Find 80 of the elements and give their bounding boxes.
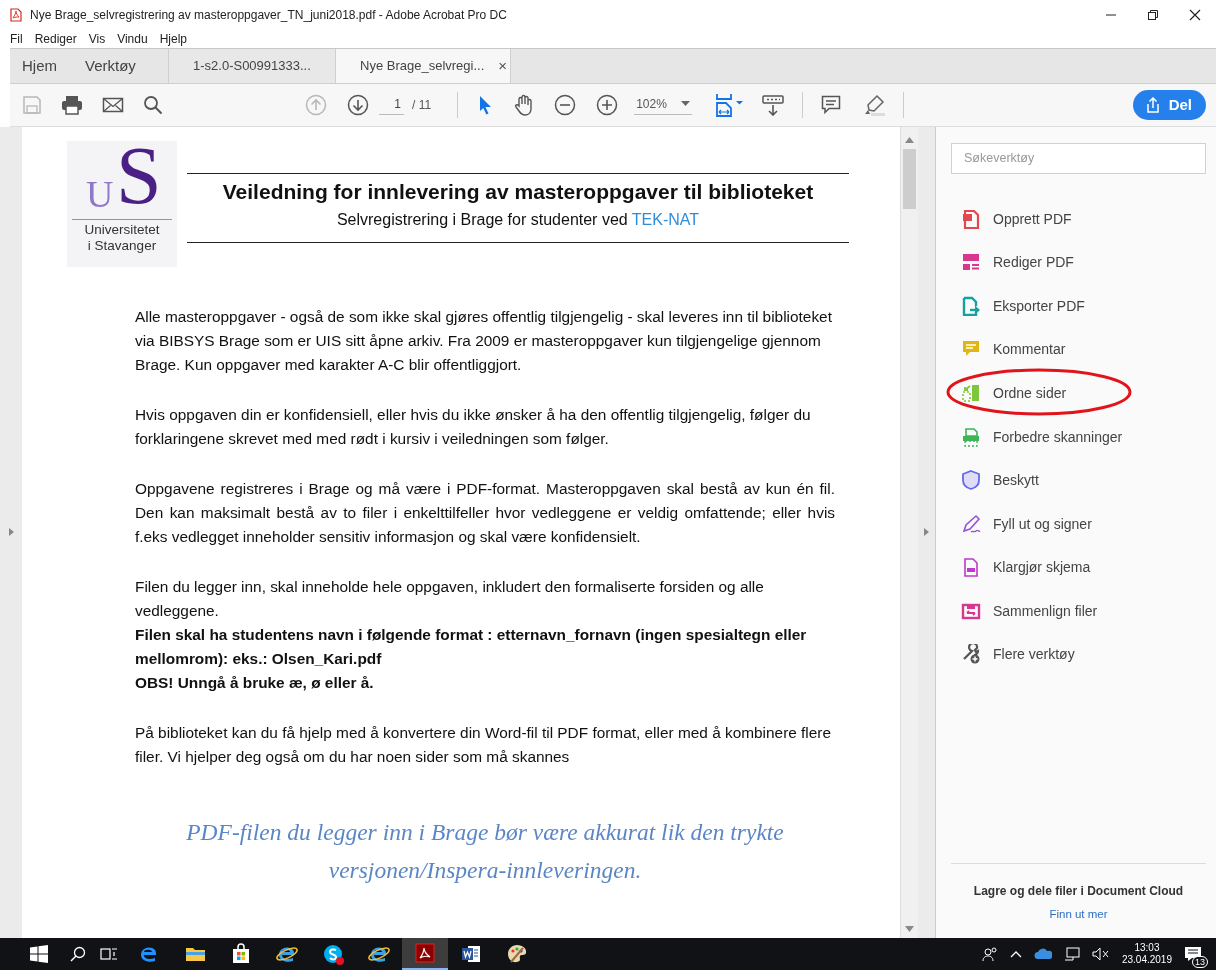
pdf-file-icon — [10, 7, 22, 22]
tool-item[interactable]: Sammenlign filer — [951, 589, 1206, 633]
highlighted-quote: PDF-filen du legger inn i Brage bør være akkurat lik den trykte versjonen/Inspera-innleveringen. — [185, 817, 785, 885]
menu-item[interactable]: Rediger — [34, 31, 77, 46]
network-icon[interactable] — [1063, 946, 1080, 962]
tool-item[interactable]: Klargjør skjema — [951, 545, 1206, 590]
scroll-down-icon[interactable] — [905, 926, 914, 932]
search-icon[interactable] — [70, 946, 86, 962]
logo-letter: U — [86, 174, 114, 213]
clock[interactable]: 13:03 23.04.2019 — [1121, 942, 1172, 966]
paragraph: Oppgavene registreres i Brage og må være i PDF-format. Masteroppgaven skal bestå av kun én fil. Den kan maksimalt bestå av to filer i enkelttilfeller hvor vedleggene er veldig omfattende; eller hvis f.eks vedlegget inneholder sensitiv informasjon og skal være konfidensielt. — [135, 478, 835, 547]
document-title: Veiledning for innlevering av masteroppgaver til biblioteket — [222, 179, 814, 204]
menu-item[interactable]: Vindu — [117, 31, 148, 46]
paragraph: Hvis oppgaven din er konfidensiell, eller hvis du ikke ønsker å ha den offentlig tilgjengelig, følger du forklaringene skrevet med med rødt i kursiv i veiledningen som følger. — [135, 404, 812, 449]
page-number-field[interactable]: 1 — [379, 94, 404, 116]
logo-text: Universitetet — [84, 221, 160, 238]
paragraph: På biblioteket kan du få hjelp med å konvertere din Word-fil til PDF format, eller med å kombinere flere filer. Vi hjelper deg også om du har noen sider som må skannes — [135, 722, 833, 767]
people-icon[interactable] — [981, 946, 998, 962]
tool-item[interactable]: Forbedre skanninger — [951, 414, 1206, 459]
caret-up-icon[interactable] — [1009, 950, 1022, 958]
cloud-promo-title: Lagre og dele filer i Document Cloud — [973, 884, 1184, 898]
share-icon — [1144, 96, 1161, 113]
nav-tab[interactable]: Verktøy — [85, 57, 136, 75]
collapse-arrow-icon[interactable] — [924, 528, 929, 537]
scroll-mode-icon[interactable] — [762, 93, 785, 116]
document-tab[interactable]: Nye Brage_selvregi... × — [335, 48, 511, 83]
windows-start-icon[interactable] — [30, 945, 48, 963]
tool-item[interactable]: Rediger PDF — [951, 240, 1206, 284]
zoom-dropdown[interactable]: 102% — [634, 94, 693, 116]
menu-item[interactable]: Hjelp — [159, 31, 187, 46]
comment-icon[interactable] — [821, 94, 842, 115]
learn-more-link[interactable]: Finn ut mer — [1049, 908, 1108, 920]
logo-letter: S — [116, 134, 162, 217]
notification-count: 13 — [1192, 956, 1208, 968]
mail-icon[interactable] — [102, 95, 124, 114]
tab-label: Nye Brage_selvregi... — [360, 58, 485, 74]
zoom-in-icon[interactable] — [596, 93, 619, 116]
window-title: Nye Brage_selvregistrering av masteroppgaver_TN_juni2018.pdf - Adobe Acrobat Pro DC — [30, 7, 508, 22]
print-icon[interactable] — [61, 94, 83, 115]
cloud-icon[interactable] — [1033, 948, 1052, 960]
tool-item[interactable]: Opprett PDF — [951, 196, 1206, 241]
tool-item[interactable]: Beskytt — [951, 458, 1206, 502]
tool-item[interactable]: Eksporter PDF — [951, 283, 1206, 328]
paragraph: Alle masteroppgaver - også de som ikke skal gjøres offentlig tilgjengelig - skal leveres inn til biblioteket via BIBSYS Brage som er UIS sitt åpne arkiv. Fra 2009 er masteroppgaver kun tilgjengelige gjennom Brage. Kun oppgaver med karakter A-C blir offentliggjort. — [135, 306, 833, 375]
scrollbar-thumb[interactable] — [903, 148, 916, 209]
arrow-down-circle-icon[interactable] — [347, 93, 369, 116]
tool-item[interactable]: Kommentar — [951, 327, 1206, 372]
pointer-icon[interactable] — [478, 94, 493, 115]
tab-label: 1-s2.0-S00991333... — [193, 58, 311, 74]
caret-down-icon — [681, 101, 691, 108]
faculty-link[interactable]: TEK-NAT — [631, 210, 700, 228]
highlighter-icon[interactable] — [863, 93, 886, 116]
bold-notice: Filen skal ha studentens navn i følgende format : etternavn_fornavn (ingen spesialtegn eller mellomrom): eks.: Olsen_Kari.pdf — [135, 624, 808, 669]
zoom-out-icon[interactable] — [554, 93, 577, 116]
scrollbar[interactable] — [900, 126, 918, 938]
page-count: / 11 — [412, 97, 432, 112]
share-button[interactable]: Del — [1132, 89, 1206, 120]
menu-item[interactable]: Fil — [10, 31, 23, 46]
document-subtitle: Selvregistrering i Brage for studenter ved — [336, 210, 628, 228]
search-icon[interactable] — [143, 94, 163, 115]
tool-item[interactable]: Fyll ut og signer — [951, 501, 1206, 546]
scroll-up-icon[interactable] — [905, 136, 914, 143]
fit-page-icon[interactable] — [714, 92, 745, 117]
paragraph: Filen du legger inn, skal inneholde hele oppgaven, inkludert den formaliserte forsiden og alle vedleggene. — [135, 576, 765, 621]
zoom-value: 102% — [636, 97, 667, 112]
nav-tab[interactable]: Hjem — [22, 57, 57, 75]
chat-app-icon[interactable] — [321, 942, 345, 966]
pdf-app-icon[interactable] — [413, 941, 437, 965]
speaker-muted-icon[interactable] — [1091, 947, 1110, 961]
close-tab-button[interactable]: × — [498, 57, 508, 75]
tool-item[interactable]: Ordne sider — [951, 371, 1206, 415]
menu-item[interactable]: Vis — [88, 31, 106, 46]
expand-arrow-icon[interactable] — [8, 528, 14, 537]
tool-item[interactable]: Flere verktøy — [951, 632, 1206, 677]
close-icon[interactable] — [1188, 7, 1202, 22]
restore-icon[interactable] — [1146, 7, 1160, 22]
task-view-icon[interactable] — [100, 946, 118, 962]
logo-text: i Stavanger — [87, 237, 157, 254]
hand-icon[interactable] — [514, 93, 535, 116]
bold-notice: OBS! Unngå å bruke æ, ø eller å. — [135, 672, 375, 693]
